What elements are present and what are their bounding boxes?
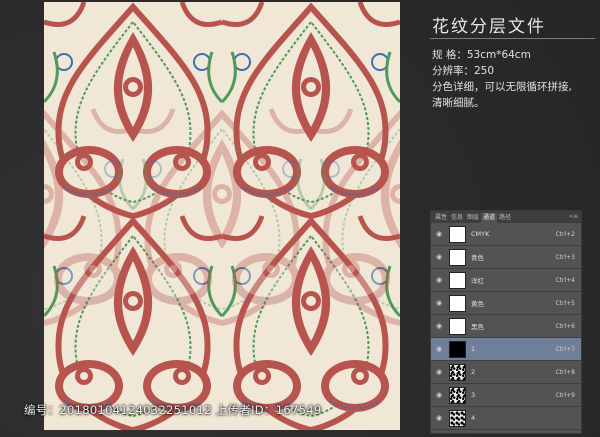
channel-thumbnail: [449, 248, 466, 266]
channel-name: 3: [471, 391, 476, 399]
spec-desc-1: 分色详细，可以无限循环拼接,: [432, 81, 572, 93]
channel-shortcut: Ctrl+3: [555, 253, 575, 261]
spec-size: 规 格：53cm*64cm: [432, 49, 531, 61]
eye-icon[interactable]: ◉: [431, 391, 447, 399]
channel-thumbnail: [449, 294, 466, 312]
pattern-preview: [44, 2, 400, 430]
channel-name: CMYK: [471, 230, 490, 238]
channel-thumbnail: [449, 386, 466, 404]
eye-icon[interactable]: ◉: [431, 322, 447, 330]
eye-icon[interactable]: ◉: [431, 299, 447, 307]
channel-shortcut: Ctrl+9: [555, 391, 575, 399]
page-title: 花纹分层文件: [432, 17, 546, 37]
channel-row[interactable]: ◉ CMYK Ctrl+2: [431, 223, 581, 246]
channel-name: 洋红: [471, 277, 484, 285]
channel-thumbnail: [449, 271, 466, 289]
pattern-image: [44, 2, 400, 430]
channel-row[interactable]: ◉ 3 Ctrl+9: [431, 384, 581, 407]
spec-info: 规 格：53cm*64cm 分辨率：250 分色详细，可以无限循环拼接, 清晰细…: [432, 47, 597, 111]
channel-row[interactable]: ◉ 洋红 Ctrl+4: [431, 269, 581, 292]
channel-row[interactable]: ◉ 黑色 Ctrl+6: [431, 315, 581, 338]
tab-layers[interactable]: 图层: [465, 213, 481, 223]
channel-shortcut: Ctrl+8: [555, 368, 575, 376]
panel-menu-icon[interactable]: «≡: [569, 213, 578, 220]
eye-icon[interactable]: ◉: [431, 253, 447, 261]
channel-row[interactable]: ◉ 4: [431, 407, 581, 430]
channel-name: 4: [471, 414, 476, 422]
channel-name: 1: [471, 345, 476, 353]
channel-row[interactable]: ◉ 青色 Ctrl+3: [431, 246, 581, 269]
spec-resolution: 分辨率：250: [432, 65, 495, 77]
channel-shortcut: Ctrl+6: [555, 322, 575, 330]
footer-id: 编号：20180104124032251012 上传者ID：167549: [24, 403, 322, 417]
spec-desc-2: 清晰细腻。: [432, 97, 485, 109]
channel-thumbnail: [449, 363, 466, 381]
channel-shortcut: Ctrl+4: [555, 276, 575, 284]
eye-icon[interactable]: ◉: [431, 230, 447, 238]
channel-thumbnail: [449, 409, 466, 427]
title-divider: [430, 38, 595, 39]
channel-name: 黄色: [471, 300, 484, 308]
channel-row[interactable]: ◉ 2 Ctrl+8: [431, 361, 581, 384]
tab-info[interactable]: 信息: [449, 213, 465, 223]
channel-thumbnail: [449, 317, 466, 335]
channel-shortcut: Ctrl+7: [555, 345, 575, 353]
channel-name: 黑色: [471, 323, 484, 331]
eye-icon[interactable]: ◉: [431, 368, 447, 376]
channel-list: ◉ CMYK Ctrl+2 ◉ 青色 Ctrl+3 ◉ 洋红 Ctrl+4 ◉ 黄色 Ctrl+5 ◉ 黑…: [431, 223, 581, 430]
channels-panel: 属性 信息 图层 通道 路径 «≡ ◉ CMYK Ctrl+2 ◉ 青色 Ctrl+3 ◉ 洋…: [430, 210, 582, 434]
channel-name: 青色: [471, 254, 484, 262]
tab-properties[interactable]: 属性: [433, 213, 449, 223]
tab-paths[interactable]: 路径: [497, 213, 513, 223]
tab-channels[interactable]: 通道: [481, 213, 498, 223]
channel-thumbnail: [449, 225, 466, 243]
channel-shortcut: Ctrl+2: [555, 230, 575, 238]
channel-name: 2: [471, 368, 476, 376]
eye-icon[interactable]: ◉: [431, 276, 447, 284]
eye-icon[interactable]: ◉: [431, 345, 447, 353]
channel-shortcut: Ctrl+5: [555, 299, 575, 307]
channel-row[interactable]: ◉ 黄色 Ctrl+5: [431, 292, 581, 315]
channel-thumbnail: [449, 340, 466, 358]
eye-icon[interactable]: ◉: [431, 414, 447, 422]
channel-row[interactable]: ◉ 1 Ctrl+7: [431, 338, 581, 361]
panel-tabs: 属性 信息 图层 通道 路径 «≡: [431, 211, 581, 223]
